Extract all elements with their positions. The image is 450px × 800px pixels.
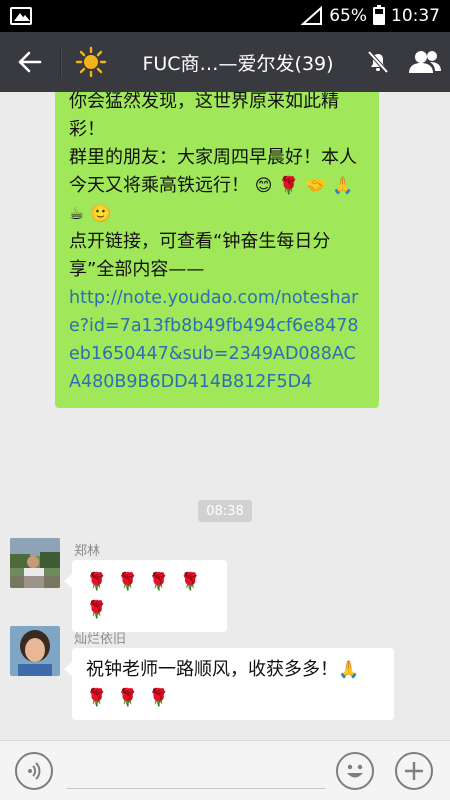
arrow-left-icon [18,51,42,73]
avatar-photo [10,626,60,676]
avatar[interactable] [10,626,60,676]
smile-emoji-icon: 😊 [254,176,273,196]
avatar[interactable] [10,538,60,588]
voice-button[interactable] [15,752,53,790]
bell-off-icon [367,50,388,74]
mute-indicator [355,32,400,92]
sender-name: 灿烂依旧 [74,632,127,647]
shared-link[interactable]: http://note.youdao.com/noteshare?id=7a13… [69,284,365,396]
avatar-photo [10,538,60,588]
rose-emoji-icon: 🌹 [148,572,170,592]
battery-icon [373,5,385,25]
back-button[interactable] [0,32,60,92]
chat-title: FUC商…—爱尔发(39) [142,52,334,75]
message-bubble[interactable]: 🌹 🌹 🌹 🌹 🌹 [64,560,227,632]
self-message-bubble[interactable]: 你会猛然发现，这世界原来如此精彩！ 群里的朋友：大家周四早晨好！本人今天又将乘高… [55,92,379,408]
people-icon [409,51,441,73]
rose-emoji-icon: 🌹 [86,600,108,620]
battery-percent: 65% [329,6,367,26]
rose-emoji-icon: 🌹 [148,688,170,708]
handshake-emoji-icon: 🤝 [305,176,327,196]
signal-icon [301,6,323,25]
timestamp-badge: 08:38 [198,500,252,522]
rose-emoji-icon: 🌹 [117,688,139,708]
message-text: 你会猛然发现，这世界原来如此精彩！ [69,92,339,140]
plus-icon [405,762,423,780]
rose-emoji-icon: 🌹 [86,572,108,592]
emoji-button[interactable] [336,752,374,790]
message-text: 祝钟老师一路顺风，收获多多！ [86,659,338,680]
status-right: 65% 10:37 [301,0,440,32]
sender-name: 郑林 [74,544,101,559]
group-members-button[interactable] [400,32,450,92]
message-input[interactable] [66,753,326,789]
message-text: 点开链接，可查看“钟奋生每日分享”全部内容—— [69,231,331,280]
rose-emoji-icon: 🌹 [278,176,300,196]
chat-message-list[interactable]: 你会猛然发现，这世界原来如此精彩！ 群里的朋友：大家周四早晨好！本人今天又将乘高… [0,92,450,740]
message-bubble[interactable]: 祝钟老师一路顺风，收获多多！🙏 🌹 🌹 🌹 [64,648,394,720]
group-avatar[interactable] [61,32,121,92]
chat-header: FUC商…—爱尔发(39) [0,32,450,92]
pray-emoji-icon: 🙏 [332,176,354,196]
battery-fill [375,13,383,23]
rose-emoji-icon: 🌹 [117,572,139,592]
input-bar [0,740,450,800]
bean-emoji-icon: 🙂 [89,204,112,224]
status-bar: 65% 10:37 [0,0,450,32]
gallery-notification-icon [10,7,32,25]
pray-emoji-icon: 🙏 [338,660,360,680]
voice-icon [28,762,41,780]
more-button[interactable] [395,752,433,790]
rose-emoji-icon: 🌹 [86,688,108,708]
smile-icon [347,764,363,778]
coffee-emoji-icon: ☕ [69,204,85,224]
clock: 10:37 [391,6,440,26]
rose-emoji-icon: 🌹 [179,572,201,592]
sun-icon [75,46,107,78]
